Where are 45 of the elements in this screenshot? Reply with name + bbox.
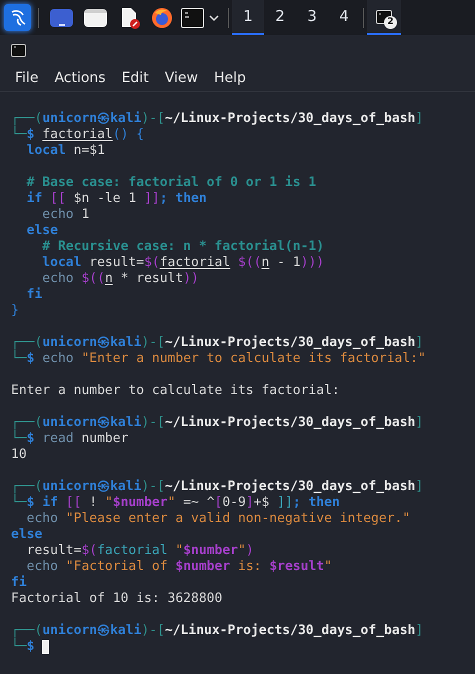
prompt-line: ┌──(unicorn㉿kali)-[~/Linux-Projects/30_days_of_bash] [11,415,424,430]
command-line: └─$ read number [11,431,128,447]
command-line: └─$ if [[ ! "$number" =~ ^[0-9]+$ ]]; then [11,495,340,511]
output-line: 10 [11,447,27,463]
command-line: fi [26,287,42,303]
prompt-line: ┌──(unicorn㉿kali)-[~/Linux-Projects/30_days_of_bash] [11,479,424,494]
workspace-tab[interactable]: 3 [296,0,328,35]
window-icon[interactable] [50,8,73,26]
workspace-tab[interactable]: 1 [232,0,264,35]
prompt-line: ┌──(unicorn㉿kali)-[~/Linux-Projects/30_days_of_bash] [11,623,424,638]
command-line: } [11,303,19,319]
command-line: local result=$(factorial $((n - 1))) [41,255,324,271]
document-edit-icon[interactable] [120,6,140,28]
command-line: local n=$1 [26,143,105,159]
menu-item[interactable]: Edit [122,68,149,88]
command-line: echo "Please enter a valid non-negative integer." [26,511,410,527]
output-line: Factorial of 10 is: 3628800 [11,591,222,607]
command-line: else [26,223,58,239]
terminal-icon [376,10,392,24]
command-line: echo 1 [41,207,90,223]
command-line: if [[ $n -le 1 ]]; then [26,191,207,207]
command-line: └─$ echo "Enter a number to calculate its factorial:" [11,351,426,367]
command-line: └─$ factorial() { [11,127,144,143]
command-line: echo "Factorial of $number is: $result" [26,559,332,575]
output-line: Enter a number to calculate its factorial: [11,383,340,399]
command-line: else [11,527,42,543]
menu-item[interactable]: View [164,68,198,88]
workspace-tab[interactable]: 2 [264,0,296,35]
terminal-icon [11,44,26,56]
menu-item[interactable]: Help [214,68,246,88]
command-line: echo $((n * result)) [42,271,199,287]
menu-item[interactable]: File [15,68,38,88]
command-line: # Recursive case: n * factorial(n-1) [41,239,324,255]
terminal-icon[interactable] [181,8,204,28]
command-line: result=$(factorial "$number") [26,543,254,559]
command-line: fi [11,575,27,591]
terminal-task-button[interactable]: 2 [367,0,401,35]
workspace-tab[interactable]: 4 [328,0,360,35]
command-line: # Base case: factorial of 0 or 1 is 1 [26,175,316,191]
chevron-down-icon[interactable] [209,14,219,22]
prompt-line: ┌──(unicorn㉿kali)-[~/Linux-Projects/30_days_of_bash] [11,335,424,350]
menu-item[interactable]: Actions [54,68,106,88]
command-line: └─$ [11,639,34,655]
count-badge: 2 [384,16,397,29]
prompt-line: ┌──(unicorn㉿kali)-[~/Linux-Projects/30_days_of_bash] [11,111,424,126]
